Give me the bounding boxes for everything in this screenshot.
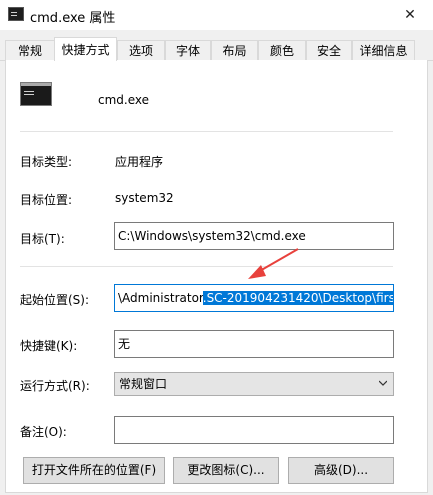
tab-shortcut[interactable]: 快捷方式 xyxy=(54,37,117,61)
annotation-arrow-icon xyxy=(248,248,299,279)
